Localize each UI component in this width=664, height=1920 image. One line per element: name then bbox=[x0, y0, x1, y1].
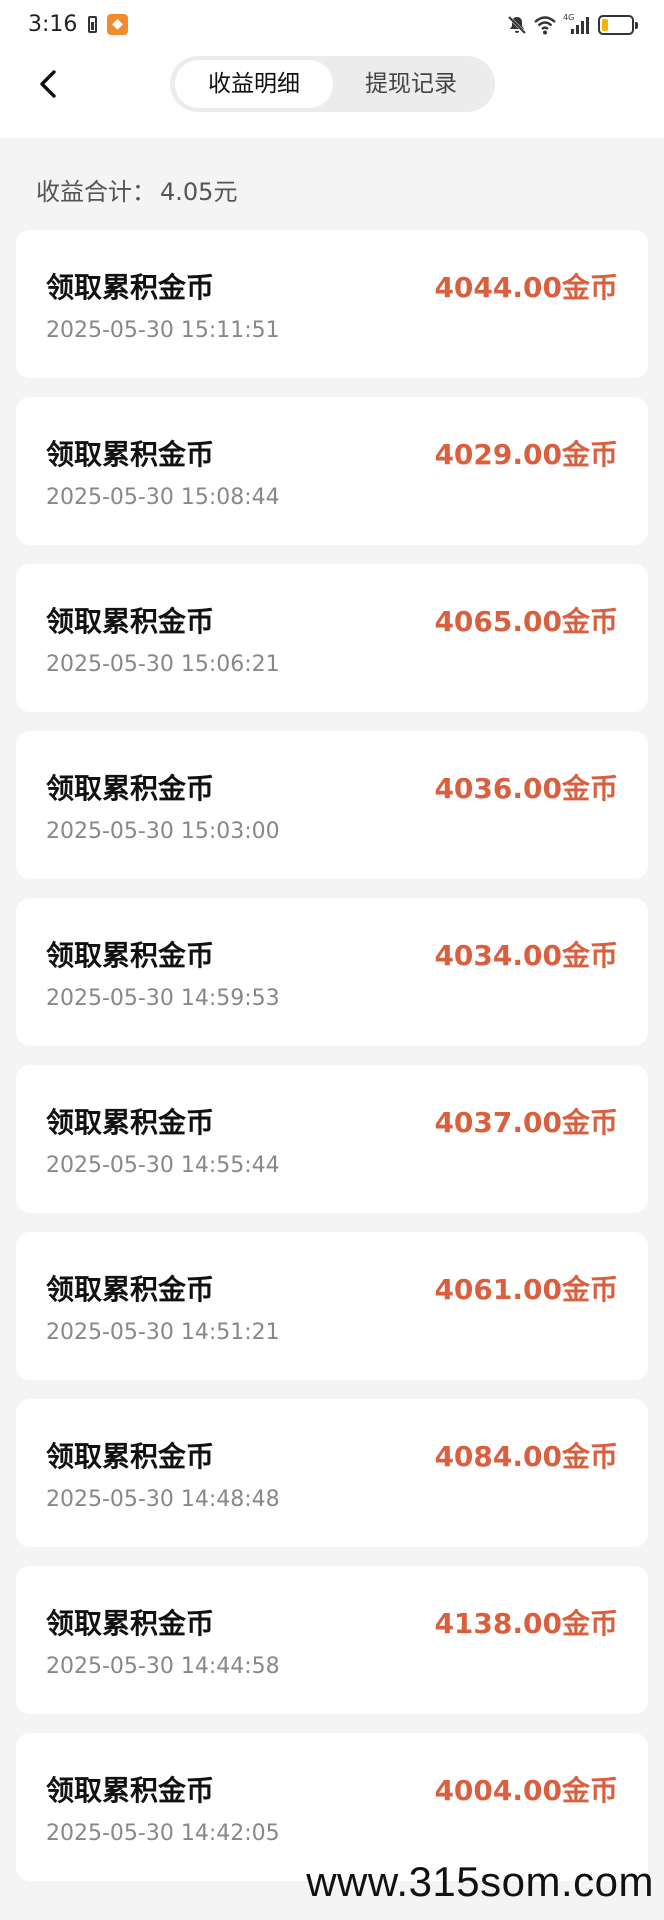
record-card[interactable]: 领取累积金币 2025-05-30 14:44:58 4138.00金币 bbox=[16, 1566, 648, 1714]
battery-small-icon bbox=[88, 16, 97, 33]
record-title: 领取累积金币 bbox=[46, 1440, 215, 1473]
record-card[interactable]: 领取累积金币 2025-05-30 14:59:53 4034.00金币 bbox=[16, 898, 648, 1046]
tab-switcher: 收益明细 提现记录 bbox=[170, 56, 495, 112]
record-card[interactable]: 领取累积金币 2025-05-30 15:08:44 4029.00金币 bbox=[16, 397, 648, 545]
status-bar: 3:16 ◆ 4G bbox=[0, 0, 664, 50]
record-time: 2025-05-30 14:48:48 bbox=[46, 1487, 280, 1512]
record-title: 领取累积金币 bbox=[46, 605, 215, 638]
network-type-label: 4G bbox=[563, 13, 574, 22]
watermark-text: www.315som.com bbox=[306, 1858, 654, 1905]
record-title: 领取累积金币 bbox=[46, 1607, 215, 1640]
record-time: 2025-05-30 14:44:58 bbox=[46, 1654, 280, 1679]
record-title: 领取累积金币 bbox=[46, 1106, 215, 1139]
record-amount: 4029.00金币 bbox=[434, 438, 618, 471]
summary-value: 4.05元 bbox=[160, 178, 238, 206]
record-title: 领取累积金币 bbox=[46, 438, 215, 471]
record-title: 领取累积金币 bbox=[46, 1774, 215, 1807]
back-button[interactable] bbox=[36, 68, 64, 100]
wifi-icon bbox=[534, 16, 556, 35]
record-time: 2025-05-30 15:03:00 bbox=[46, 819, 280, 844]
record-time: 2025-05-30 15:11:51 bbox=[46, 318, 280, 343]
bell-mute-icon bbox=[507, 15, 527, 35]
record-card[interactable]: 领取累积金币 2025-05-30 14:55:44 4037.00金币 bbox=[16, 1065, 648, 1213]
status-time: 3:16 bbox=[28, 12, 78, 37]
earnings-summary: 收益合计： 4.05元 bbox=[36, 172, 241, 207]
record-amount: 4037.00金币 bbox=[434, 1106, 618, 1139]
earnings-record-list: 领取累积金币 2025-05-30 15:11:51 4044.00金币 领取累积金币… bbox=[16, 230, 648, 1900]
record-amount: 4034.00金币 bbox=[434, 939, 618, 972]
record-amount: 4004.00金币 bbox=[434, 1774, 618, 1807]
record-time: 2025-05-30 14:55:44 bbox=[46, 1153, 280, 1178]
top-bar: 3:16 ◆ 4G 收益明细 提现记录 bbox=[0, 0, 664, 138]
record-title: 领取累积金币 bbox=[46, 772, 215, 805]
record-amount: 4061.00金币 bbox=[434, 1273, 618, 1306]
record-title: 领取累积金币 bbox=[46, 271, 215, 304]
record-time: 2025-05-30 15:06:21 bbox=[46, 652, 280, 677]
earnings-detail-page: 3:16 ◆ 4G 收益明细 提现记录 收益合计： 4.05元 领取累积金币 2… bbox=[0, 0, 664, 1920]
signal-icon: 4G bbox=[563, 13, 589, 34]
record-amount: 4036.00金币 bbox=[434, 772, 618, 805]
record-time: 2025-05-30 15:08:44 bbox=[46, 485, 280, 510]
record-card[interactable]: 领取累积金币 2025-05-30 15:11:51 4044.00金币 bbox=[16, 230, 648, 378]
tab-earnings-detail[interactable]: 收益明细 bbox=[175, 60, 333, 108]
record-title: 领取累积金币 bbox=[46, 1273, 215, 1306]
record-amount: 4065.00金币 bbox=[434, 605, 618, 638]
record-amount: 4044.00金币 bbox=[434, 271, 618, 304]
record-time: 2025-05-30 14:51:21 bbox=[46, 1320, 280, 1345]
tab-withdrawal-records[interactable]: 提现记录 bbox=[332, 60, 490, 108]
app-notification-icon: ◆ bbox=[107, 14, 128, 35]
record-title: 领取累积金币 bbox=[46, 939, 215, 972]
battery-icon bbox=[598, 15, 638, 35]
summary-label: 收益合计： bbox=[36, 178, 156, 206]
record-card[interactable]: 领取累积金币 2025-05-30 15:03:00 4036.00金币 bbox=[16, 731, 648, 879]
record-card[interactable]: 领取累积金币 2025-05-30 15:06:21 4065.00金币 bbox=[16, 564, 648, 712]
record-card[interactable]: 领取累积金币 2025-05-30 14:48:48 4084.00金币 bbox=[16, 1399, 648, 1547]
record-card[interactable]: 领取累积金币 2025-05-30 14:51:21 4061.00金币 bbox=[16, 1232, 648, 1380]
record-time: 2025-05-30 14:59:53 bbox=[46, 986, 280, 1011]
record-amount: 4138.00金币 bbox=[434, 1607, 618, 1640]
record-amount: 4084.00金币 bbox=[434, 1440, 618, 1473]
record-time: 2025-05-30 14:42:05 bbox=[46, 1821, 280, 1846]
